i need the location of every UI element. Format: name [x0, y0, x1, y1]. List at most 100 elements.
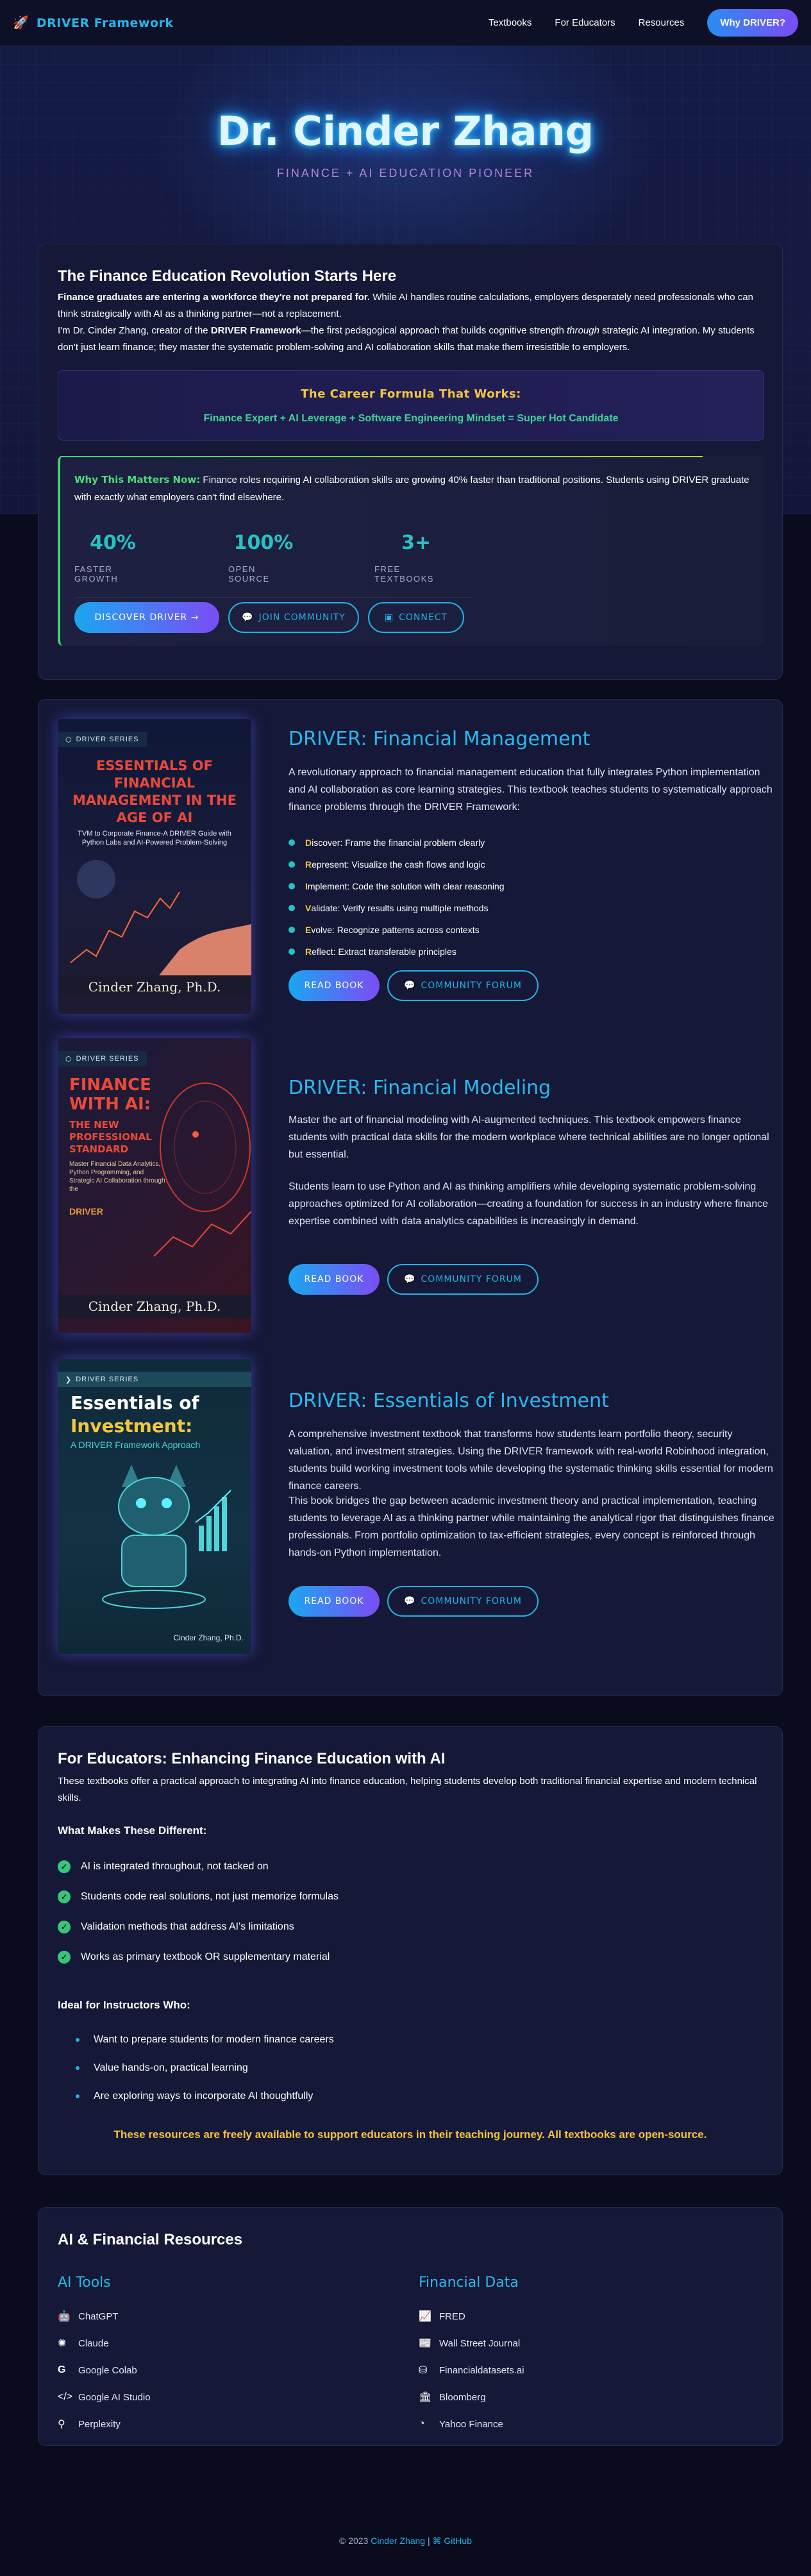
step-text: eflect: Extract transferable principles	[312, 947, 456, 957]
comments-icon: 💬	[404, 981, 416, 991]
book-description-2: This book bridges the gap between academ…	[288, 1495, 774, 1558]
footer: © 2023 Cinder Zhang | ⌘ GitHub	[0, 2536, 811, 2547]
series-label: DRIVER SERIES	[76, 736, 139, 743]
read-book-button[interactable]: READ BOOK	[288, 970, 380, 1001]
book-cover-financial-management[interactable]: ⬡ DRIVER SERIES ESSENTIALS OF FINANCIAL M…	[58, 719, 251, 1014]
hero-title: Dr. Cinder Zhang	[217, 108, 594, 155]
book-cover-financial-modeling[interactable]: ⬡ DRIVER SERIES FINANCE WITH AI: THE NEW …	[58, 1038, 251, 1333]
ai-tool-link[interactable]: ⚲ Perplexity	[58, 2411, 151, 2437]
read-book-button[interactable]: READ BOOK	[288, 1586, 380, 1617]
open-source-note: These resources are freely available to …	[113, 2128, 707, 2141]
data-source-link[interactable]: 🏛 Bloomberg	[419, 2384, 524, 2411]
intro-p2-b: —the first pedagogical approach that bui…	[301, 325, 567, 336]
driver-step: Reflect: Extract transferable principles	[288, 941, 505, 963]
join-community-button[interactable]: 💬 JOIN COMMUNITY	[228, 602, 359, 633]
code-icon: </>	[58, 2391, 73, 2402]
bullet-dot	[288, 905, 295, 911]
ai-tool-link[interactable]: G Google Colab	[58, 2357, 151, 2384]
data-source-link[interactable]: 📈 FRED	[419, 2303, 524, 2330]
driver-step: Evolve: Recognize patterns across contex…	[288, 919, 505, 941]
bullet-dot	[288, 839, 295, 846]
checklist-item: ✓ Validation methods that address AI's li…	[58, 1912, 339, 1942]
ai-tool-link[interactable]: </> Google AI Studio	[58, 2384, 151, 2411]
book-description: Master the art of financial modeling wit…	[288, 1115, 769, 1160]
cover-subtitle: TVM to Corporate Finance-A DRIVER Guide …	[78, 830, 231, 846]
cover-illustration-cat-investor	[102, 1465, 231, 1609]
instructor-item: Want to prepare students for modern fina…	[76, 2026, 334, 2054]
community-forum-button[interactable]: 💬 COMMUNITY FORUM	[387, 1586, 539, 1617]
hero-subtitle: FINANCE + AI EDUCATION PIONEER	[276, 167, 535, 180]
comments-icon: 💬	[404, 1274, 416, 1284]
cover-author: Cinder Zhang, Ph.D.	[58, 975, 251, 998]
instructor-list: Want to prepare students for modern fina…	[76, 2026, 334, 2110]
ai-tool-link[interactable]: 🤖 ChatGPT	[58, 2303, 151, 2330]
community-forum-button[interactable]: 💬 COMMUNITY FORUM	[387, 1264, 539, 1295]
connect-button[interactable]: ▣ CONNECT	[368, 602, 464, 633]
resource-label: Google Colab	[78, 2364, 137, 2376]
intro-p2-italic: through	[567, 325, 599, 336]
book-title[interactable]: DRIVER: Financial Management	[288, 728, 590, 750]
brand[interactable]: 🚀 DRIVER Framework	[13, 15, 174, 31]
check-icon: ✓	[58, 1950, 71, 1964]
cover-title-2: Investment:	[71, 1415, 193, 1436]
nav-link-educators[interactable]: For Educators	[555, 17, 615, 28]
intro-card: The Finance Education Revolution Starts …	[38, 244, 783, 680]
step-text: epresent: Visualize the cash flows and l…	[312, 859, 485, 870]
educators-card: For Educators: Enhancing Finance Educati…	[38, 1726, 783, 2175]
intro-p2-bold: DRIVER Framework	[210, 325, 301, 336]
driver-step: Represent: Visualize the cash flows and …	[288, 854, 505, 875]
bullet-dot	[288, 861, 295, 868]
comments-icon: 💬	[404, 1596, 416, 1606]
data-source-link[interactable]: ⛁ Financialdatasets.ai	[419, 2357, 524, 2384]
why-text: Why This Matters Now: Finance roles requ…	[74, 471, 754, 506]
driver-step: Validate: Verify results using multiple …	[288, 897, 505, 919]
intro-title: The Finance Education Revolution Starts …	[58, 267, 397, 285]
book-description: A revolutionary approach to financial ma…	[288, 767, 773, 812]
resource-label: Yahoo Finance	[439, 2418, 503, 2430]
stat-number: 3+	[401, 532, 431, 554]
step-letter: V	[305, 903, 312, 913]
bullet-dot	[76, 2038, 79, 2042]
book-title[interactable]: DRIVER: Financial Modeling	[288, 1077, 551, 1099]
career-formula-box: The Career Formula That Works: Finance E…	[58, 370, 764, 441]
instructor-item: Are exploring ways to incorporate AI tho…	[76, 2082, 334, 2110]
resource-label: Bloomberg	[439, 2391, 486, 2403]
google-icon: G	[58, 2364, 66, 2375]
data-source-link[interactable]: 📰 Wall Street Journal	[419, 2330, 524, 2357]
footer-author-link[interactable]: Cinder Zhang	[371, 2536, 425, 2546]
ai-tool-link[interactable]: ✺ Claude	[58, 2330, 151, 2357]
features-checklist: ✓ AI is integrated throughout, not tacked…	[58, 1851, 339, 1972]
resource-label: Claude	[78, 2337, 109, 2349]
textbooks-card: ⬡ DRIVER SERIES ESSENTIALS OF FINANCIAL M…	[38, 699, 783, 1696]
connect-label: CONNECT	[399, 612, 448, 623]
pie-chart-icon: ◔	[419, 2418, 425, 2429]
educators-intro: These textbooks offer a practical approa…	[58, 1776, 757, 1803]
checklist-text: Students code real solutions, not just m…	[81, 1890, 339, 1902]
instructor-text: Value hands-on, practical learning	[94, 2062, 248, 2073]
stat-label: OPEN SOURCE	[228, 564, 270, 584]
book-financial-modeling: ⬡ DRIVER SERIES FINANCE WITH AI: THE NEW …	[58, 1038, 769, 1333]
discover-driver-button[interactable]: DISCOVER DRIVER →	[74, 602, 219, 633]
brand-title: DRIVER Framework	[36, 15, 174, 30]
footer-github-link[interactable]: ⌘ GitHub	[433, 2536, 472, 2546]
book-cover-essentials-of-investment[interactable]: ❯ DRIVER SERIES Essentials of Investment:…	[58, 1359, 251, 1654]
stat-label: FREE TEXTBOOKS	[374, 564, 434, 584]
book-title[interactable]: DRIVER: Essentials of Investment	[288, 1390, 609, 1412]
data-source-link[interactable]: ◔ Yahoo Finance	[419, 2411, 524, 2437]
linkedin-icon: ▣	[384, 612, 394, 623]
community-forum-button[interactable]: 💬 COMMUNITY FORUM	[387, 970, 539, 1001]
shield-icon: ⬡	[65, 1055, 72, 1063]
footer-separator: |	[425, 2536, 433, 2546]
checklist-item: ✓ AI is integrated throughout, not tacked…	[58, 1851, 339, 1881]
read-book-button[interactable]: READ BOOK	[288, 1264, 380, 1295]
chevron-right-icon: ❯	[65, 1376, 72, 1384]
why-driver-button[interactable]: Why DRIVER?	[707, 9, 798, 37]
nav-link-textbooks[interactable]: Textbooks	[489, 17, 532, 28]
nav-link-resources[interactable]: Resources	[639, 17, 685, 28]
driver-step: Discover: Frame the financial problem cl…	[288, 832, 505, 854]
database-icon: ⛁	[419, 2365, 428, 2376]
intro-paragraph-2: I'm Dr. Cinder Zhang, creator of the DRI…	[58, 323, 763, 356]
comments-icon: 💬	[242, 612, 254, 623]
search-icon: ⚲	[58, 2419, 65, 2430]
cover-author: Cinder Zhang, Ph.D.	[173, 1633, 244, 1642]
